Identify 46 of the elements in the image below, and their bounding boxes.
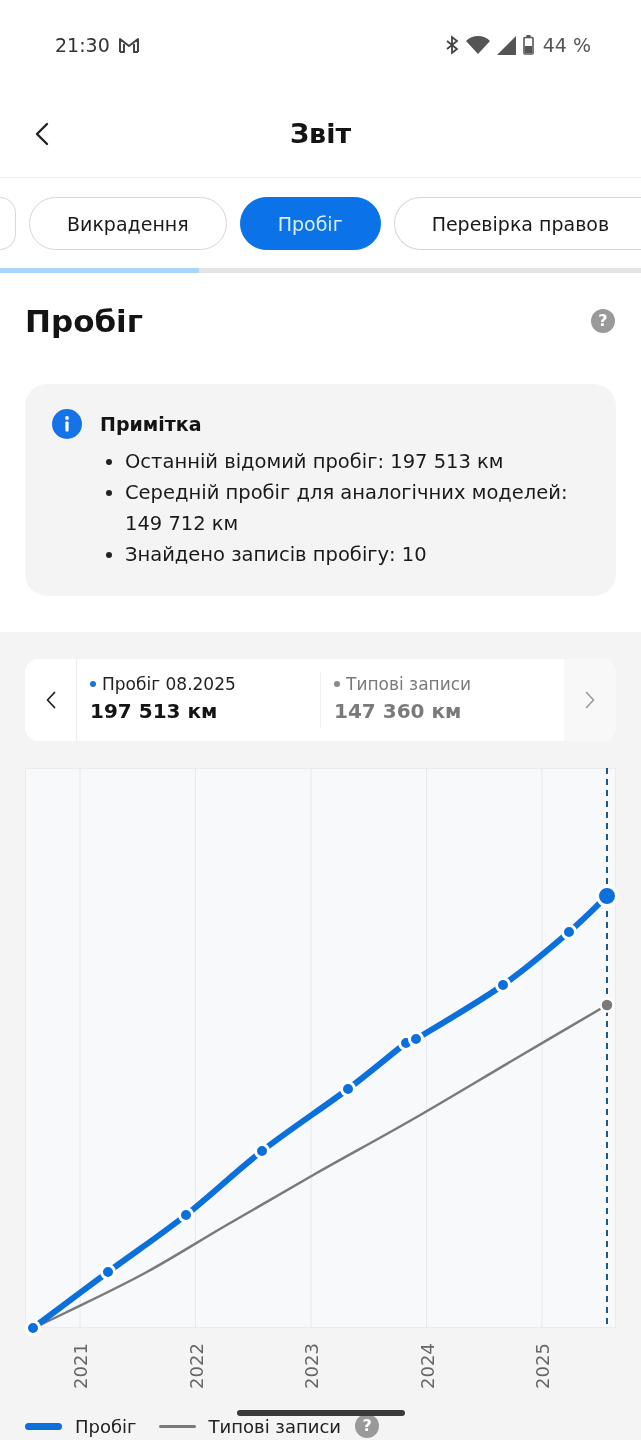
mileage-point <box>178 1207 194 1223</box>
mileage-point <box>340 1081 356 1097</box>
mileage-point <box>100 1264 116 1280</box>
tab[interactable]: Викрадення <box>29 197 227 250</box>
battery-percent: 44 % <box>542 34 591 56</box>
year-label: 2023 <box>300 1343 322 1389</box>
bullet-icon <box>106 459 112 465</box>
page-title: Звіт <box>289 118 352 149</box>
chevron-left-icon <box>45 691 56 709</box>
mileage-point <box>495 977 511 993</box>
tab[interactable]: Перевірка правов <box>393 197 641 250</box>
mileage-point <box>408 1031 424 1047</box>
note-title: Примітка <box>100 412 203 437</box>
year-label: 2025 <box>531 1343 553 1389</box>
section-title: Пробіг <box>25 302 143 341</box>
tab-edge[interactable] <box>0 197 16 250</box>
year-label: 2021 <box>69 1343 91 1389</box>
series-label: Пробіг 08.2025 <box>102 674 236 694</box>
help-icon[interactable]: ? <box>355 1414 379 1438</box>
series-label: Типові записи <box>346 674 472 694</box>
note-item: Останній відомий пробіг: 197 513 км <box>125 449 504 475</box>
bullet-icon <box>106 552 112 558</box>
clock-time: 21:30 <box>55 34 110 56</box>
note-item: Середній пробіг для аналогічних моделей: 149 712 км <box>125 480 569 537</box>
series-value: 147 360 км <box>334 698 463 725</box>
signal-icon <box>496 35 516 55</box>
note-item: Знайдено записів пробігу: 10 <box>125 542 427 568</box>
back-icon[interactable] <box>34 121 50 146</box>
bullet-icon <box>106 490 112 496</box>
legend-label: Типові записи <box>208 1415 341 1437</box>
battery-icon <box>522 35 534 55</box>
help-icon[interactable]: ? <box>591 309 615 333</box>
series-value: 197 513 км <box>90 698 219 725</box>
year-label: 2022 <box>185 1343 206 1389</box>
year-label: 2024 <box>416 1343 437 1389</box>
mileage-point <box>561 924 577 940</box>
wifi-icon <box>465 36 490 54</box>
legend-label: Пробіг <box>75 1415 137 1437</box>
chevron-right-icon <box>585 691 595 709</box>
home-indicator[interactable] <box>237 1410 405 1416</box>
info-icon <box>52 409 82 439</box>
mail-icon <box>117 36 140 54</box>
mileage-point <box>254 1143 270 1159</box>
bluetooth-icon <box>444 35 459 55</box>
mileage-point <box>25 1320 41 1336</box>
tab[interactable]: Пробіг <box>239 197 381 250</box>
